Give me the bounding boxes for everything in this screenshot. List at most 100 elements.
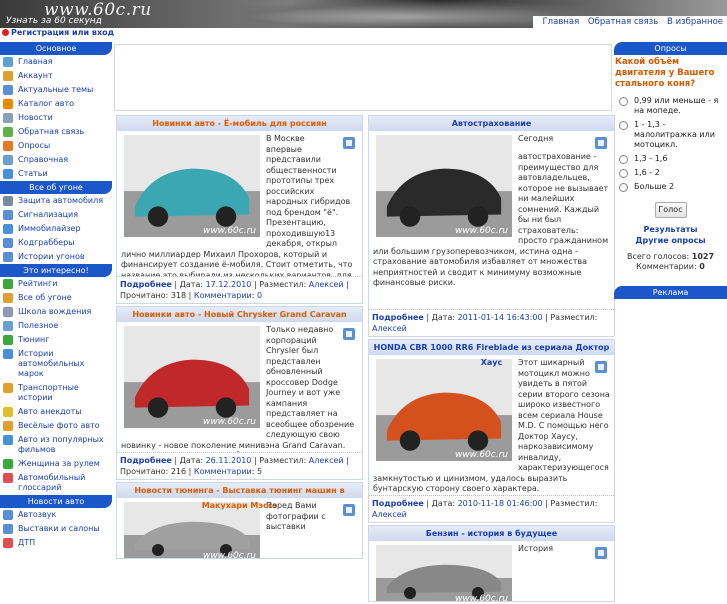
ad-banner[interactable] bbox=[114, 44, 612, 111]
poll-radio[interactable] bbox=[619, 97, 628, 106]
poll-option[interactable]: 1,6 - 2 bbox=[614, 168, 727, 178]
poll-radio[interactable] bbox=[619, 183, 628, 192]
sidebar-item[interactable]: Рейтинги bbox=[0, 277, 112, 291]
author-link[interactable]: Алексей bbox=[372, 510, 407, 519]
article-image[interactable]: www.60c.ru bbox=[376, 359, 512, 465]
poll-results-link[interactable]: Результаты bbox=[644, 225, 698, 234]
poll-option[interactable]: 0,99 или меньше - я на мопеде. bbox=[614, 96, 727, 116]
sidebar-item[interactable]: Истории угонов bbox=[0, 250, 112, 264]
sidebar-item-label[interactable]: Кодграбберы bbox=[18, 238, 74, 248]
sidebar-item-label[interactable]: Истории автомобильных марок bbox=[18, 349, 110, 379]
poll-radio[interactable] bbox=[619, 169, 628, 178]
sidebar-item-label[interactable]: Все об угоне bbox=[18, 293, 72, 303]
sidebar-item[interactable]: Актуальные темы bbox=[0, 83, 112, 97]
sidebar-item[interactable]: Транспортные истории bbox=[0, 381, 112, 405]
sidebar-item[interactable]: Авто анекдоты bbox=[0, 405, 112, 419]
sidebar-item-label[interactable]: Транспортные истории bbox=[18, 383, 110, 403]
sidebar-item-label[interactable]: Рейтинги bbox=[18, 279, 57, 289]
sidebar-item[interactable]: Тюнинг bbox=[0, 333, 112, 347]
sidebar-item[interactable]: Все об угоне bbox=[0, 291, 112, 305]
nav-home-link[interactable]: Главная bbox=[543, 17, 580, 27]
date-value[interactable]: 2010-11-18 01:46:00 bbox=[458, 499, 543, 508]
sidebar-item[interactable]: Иммобилайзер bbox=[0, 222, 112, 236]
sidebar-item-label[interactable]: Каталог авто bbox=[18, 99, 74, 109]
poll-radio[interactable] bbox=[619, 155, 628, 164]
read-more-link[interactable]: Подробнее bbox=[120, 456, 172, 465]
poll-option[interactable]: 1,3 - 1,6 bbox=[614, 154, 727, 164]
vote-button[interactable]: Голос bbox=[655, 202, 687, 218]
sidebar-item[interactable]: Автозвук bbox=[0, 508, 112, 522]
sidebar-item-label[interactable]: Обратная связь bbox=[18, 127, 84, 137]
sidebar-item-label[interactable]: Защита автомобиля bbox=[18, 196, 103, 206]
read-more-link[interactable]: Подробнее bbox=[372, 313, 424, 322]
poll-radio[interactable] bbox=[619, 121, 628, 130]
sidebar-item[interactable]: Обратная связь bbox=[0, 125, 112, 139]
poll-option[interactable]: Больше 2 bbox=[614, 182, 727, 192]
date-value[interactable]: 17.12.2010 bbox=[206, 280, 252, 289]
nav-feedback-link[interactable]: Обратная связь bbox=[588, 17, 658, 27]
sidebar-item[interactable]: Авто из популярных фильмов bbox=[0, 433, 112, 457]
article-title[interactable]: HONDA CBR 1000 RR6 Fireblade из сериала … bbox=[369, 340, 614, 355]
sidebar-item[interactable]: Новости bbox=[0, 111, 112, 125]
nav-favorites-link[interactable]: В избранное bbox=[667, 17, 723, 27]
sidebar-item[interactable]: Аккаунт bbox=[0, 69, 112, 83]
sidebar-item[interactable]: Выставки и салоны bbox=[0, 522, 112, 536]
sidebar-item[interactable]: Истории автомобильных марок bbox=[0, 347, 112, 381]
sidebar-item[interactable]: Женщина за рулем bbox=[0, 457, 112, 471]
sidebar-item-label[interactable]: Выставки и салоны bbox=[18, 524, 100, 534]
sidebar-item[interactable]: Статьи bbox=[0, 167, 112, 181]
sidebar-item-label[interactable]: Аккаунт bbox=[18, 71, 53, 81]
article-image[interactable]: www.60c.ru bbox=[376, 135, 512, 241]
comments-link[interactable]: Комментарии: 0 bbox=[194, 291, 262, 300]
article-title[interactable]: Бензин - история в будущее bbox=[369, 526, 614, 541]
sidebar-item[interactable]: Кодграбберы bbox=[0, 236, 112, 250]
sidebar-item-label[interactable]: Иммобилайзер bbox=[18, 224, 81, 234]
article-title[interactable]: Новинки авто - Новый Chrysker Grand Cara… bbox=[117, 307, 362, 322]
article-title[interactable]: Автострахование bbox=[369, 116, 614, 131]
sidebar-item-label[interactable]: Весёлые фото авто bbox=[18, 421, 100, 431]
sidebar-item-label[interactable]: Актуальные темы bbox=[18, 85, 93, 95]
login-link[interactable]: Регистрация или вход bbox=[11, 28, 114, 37]
sidebar-item-label[interactable]: Автомобильный глоссарий bbox=[18, 473, 110, 493]
sidebar-item[interactable]: Главная bbox=[0, 55, 112, 69]
sidebar-item-label[interactable]: Новости bbox=[18, 113, 53, 123]
sidebar-item-label[interactable]: Авто из популярных фильмов bbox=[18, 435, 110, 455]
article-image[interactable]: www.60c.ru bbox=[376, 545, 512, 601]
sidebar-item-label[interactable]: Главная bbox=[18, 57, 53, 67]
sidebar-item-label[interactable]: Истории угонов bbox=[18, 252, 85, 262]
sidebar-item[interactable]: ДТП bbox=[0, 536, 112, 550]
sidebar-item-label[interactable]: ДТП bbox=[18, 538, 35, 548]
sidebar-item-label[interactable]: Школа вождения bbox=[18, 307, 91, 317]
sidebar-item[interactable]: Школа вождения bbox=[0, 305, 112, 319]
sidebar-item-label[interactable]: Авто анекдоты bbox=[18, 407, 82, 417]
article-title[interactable]: Новинки авто - Ё-мобиль для россиян bbox=[117, 116, 362, 131]
sidebar-item-label[interactable]: Женщина за рулем bbox=[18, 459, 100, 469]
article-title[interactable]: Новости тюнинга - Выставка тюнинг машин … bbox=[117, 483, 362, 498]
sidebar-item[interactable]: Опросы bbox=[0, 139, 112, 153]
sidebar-item[interactable]: Каталог авто bbox=[0, 97, 112, 111]
date-value[interactable]: 26.11.2010 bbox=[206, 456, 252, 465]
sidebar-item[interactable]: Полезное bbox=[0, 319, 112, 333]
sidebar-item-label[interactable]: Автозвук bbox=[18, 510, 56, 520]
author-link[interactable]: Алексей bbox=[309, 280, 344, 289]
sidebar-item[interactable]: Защита автомобиля bbox=[0, 194, 112, 208]
sidebar-item-label[interactable]: Статьи bbox=[18, 169, 48, 179]
sidebar-item[interactable]: Справочная bbox=[0, 153, 112, 167]
read-more-link[interactable]: Подробнее bbox=[120, 280, 172, 289]
sidebar-item-label[interactable]: Опросы bbox=[18, 141, 50, 151]
sidebar-item-label[interactable]: Сигнализация bbox=[18, 210, 78, 220]
sidebar-item[interactable]: Автомобильный глоссарий bbox=[0, 471, 112, 495]
article-image[interactable]: www.60c.ru bbox=[124, 135, 260, 241]
sidebar-item-label[interactable]: Полезное bbox=[18, 321, 58, 331]
sidebar-item[interactable]: Сигнализация bbox=[0, 208, 112, 222]
read-more-link[interactable]: Подробнее bbox=[372, 499, 424, 508]
comments-link[interactable]: Комментарии: 5 bbox=[194, 467, 262, 476]
sidebar-item-label[interactable]: Справочная bbox=[18, 155, 68, 165]
author-link[interactable]: Алексей bbox=[309, 456, 344, 465]
sidebar-item[interactable]: Весёлые фото авто bbox=[0, 419, 112, 433]
author-link[interactable]: Алексей bbox=[372, 324, 407, 333]
sidebar-item-label[interactable]: Тюнинг bbox=[18, 335, 49, 345]
date-value[interactable]: 2011-01-14 16:43:00 bbox=[458, 313, 543, 322]
poll-option[interactable]: 1 - 1,3 - малолитражка или мотоцикл. bbox=[614, 120, 727, 150]
article-image[interactable]: www.60c.ru bbox=[124, 326, 260, 432]
